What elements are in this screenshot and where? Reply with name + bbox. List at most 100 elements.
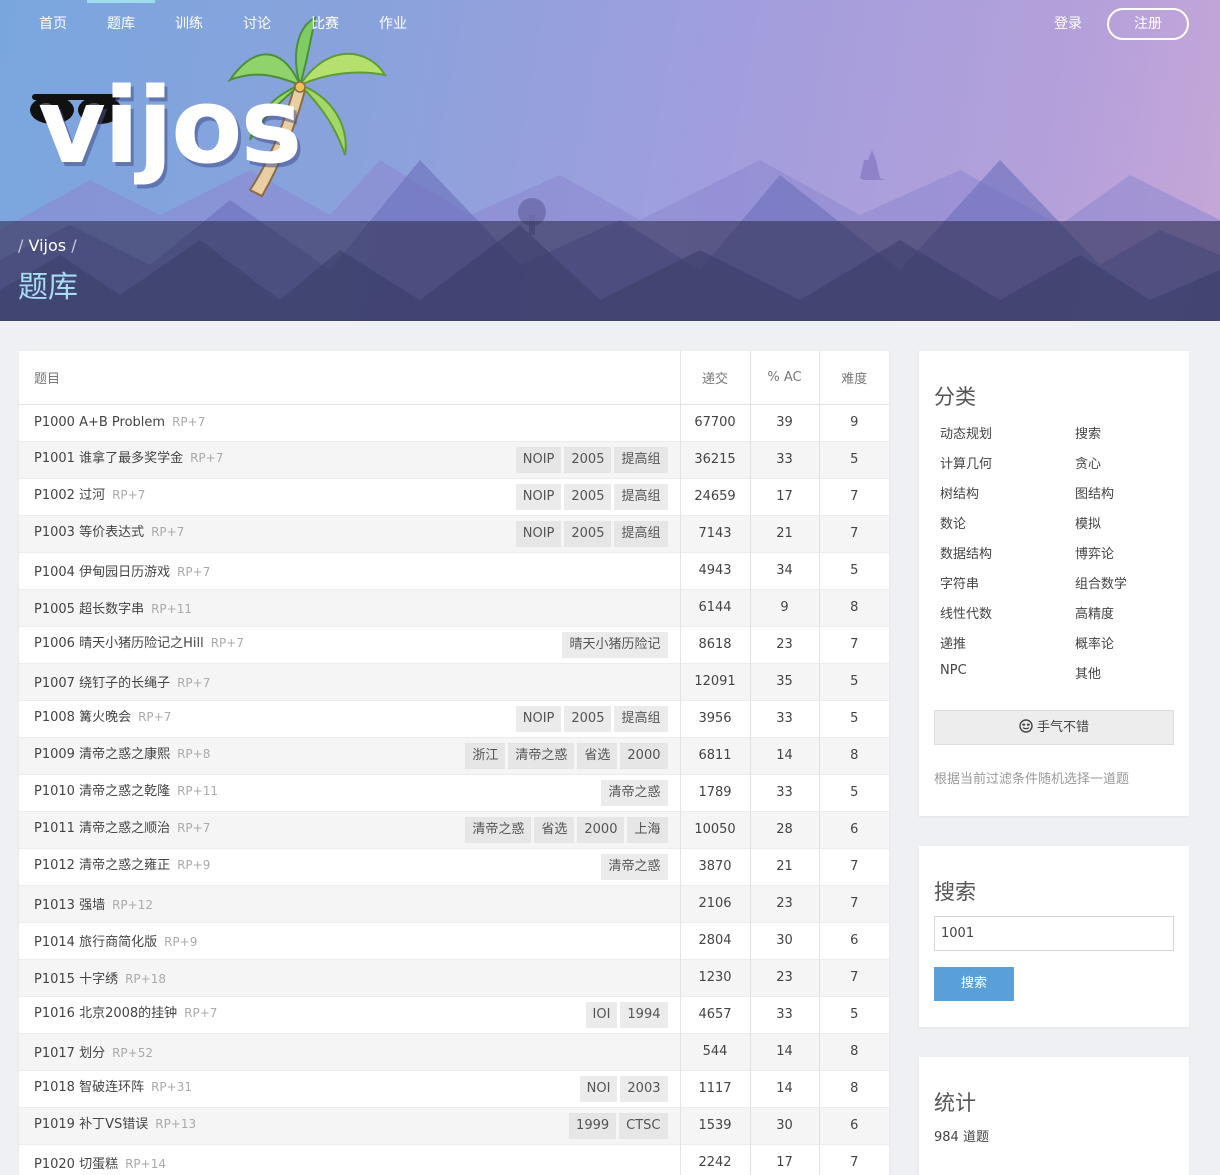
category-link[interactable]: 组合数学 [1075,573,1127,592]
lucky-button[interactable]: 手气不错 [934,710,1174,745]
category-link[interactable]: NPC [940,663,967,678]
nav-item-home[interactable]: 首页 [19,0,87,48]
problem-tag[interactable]: NOIP [515,446,562,473]
problem-link[interactable]: P1004 伊甸园日历游戏 [34,565,170,580]
problem-link[interactable]: P1013 强墙 [34,898,105,913]
problem-rp: RP+7 [210,635,244,650]
category-link[interactable]: 树结构 [940,483,979,502]
search-input[interactable] [934,916,1174,951]
submit-count: 3956 [679,699,750,737]
search-button[interactable]: 搜索 [934,967,1014,1001]
column-header-difficulty[interactable]: 难度 [818,351,889,405]
ac-rate: 33 [749,995,819,1033]
problem-link[interactable]: P1016 北京2008的挂钟 [34,1006,177,1021]
problem-tag[interactable]: 2000 [577,816,625,843]
ac-rate: 14 [749,736,819,774]
logo[interactable]: vijos [38,66,302,186]
table-row: P1005 超长数字串 RP+11 6144 9 8 [19,588,889,626]
problem-tag[interactable]: 1994 [620,1001,668,1028]
category-link[interactable]: 数据结构 [940,543,992,562]
problem-link[interactable]: P1012 清帝之惑之雍正 [34,858,170,873]
category-link[interactable]: 计算几何 [940,453,992,472]
problem-link[interactable]: P1003 等价表达式 [34,525,144,540]
category-link[interactable]: 概率论 [1075,633,1114,652]
problem-tag[interactable]: 提高组 [614,705,668,732]
difficulty: 5 [818,551,889,589]
problem-tag[interactable]: 省选 [534,816,575,843]
problem-link[interactable]: P1008 篝火晚会 [34,710,131,725]
problem-tag[interactable]: IOI [585,1001,618,1028]
problem-tag[interactable]: 2005 [564,483,612,510]
problem-tag[interactable]: CTSC [619,1112,668,1139]
category-link[interactable]: 图结构 [1075,483,1114,502]
category-link[interactable]: 字符串 [940,573,979,592]
category-link[interactable]: 贪心 [1075,453,1101,472]
table-row: P1004 伊甸园日历游戏 RP+7 4943 34 5 [19,551,889,589]
problem-tag[interactable]: 提高组 [614,520,668,547]
problem-link[interactable]: P1019 补丁VS错误 [34,1117,148,1132]
problem-tag[interactable]: 省选 [577,742,618,769]
page-title: 题库 [18,270,78,305]
problem-tag[interactable]: 清帝之惑 [601,779,668,806]
problem-link[interactable]: P1006 晴天小猪历险记之Hill [34,636,204,651]
problem-tag[interactable]: 2003 [620,1075,668,1102]
problem-link[interactable]: P1010 清帝之惑之乾隆 [34,784,170,799]
problem-tag[interactable]: 2005 [564,520,612,547]
breadcrumb-root[interactable]: Vijos [28,236,66,255]
problem-tag[interactable]: 2005 [564,705,612,732]
login-link[interactable]: 登录 [1054,0,1082,48]
problem-tag[interactable]: 2000 [620,742,668,769]
problem-tag[interactable]: 浙江 [465,742,506,769]
category-link[interactable]: 递推 [940,633,966,652]
problem-name: 等价表达式 [79,524,145,540]
category-link[interactable]: 线性代数 [940,603,992,622]
problem-link[interactable]: P1009 清帝之惑之康熙 [34,747,170,762]
nav-item-homework[interactable]: 作业 [359,0,427,48]
submit-count: 4657 [679,995,750,1033]
register-button[interactable]: 注册 [1107,8,1189,40]
problem-link[interactable]: P1015 十字绣 [34,972,118,987]
problem-tag[interactable]: 提高组 [614,483,668,510]
nav-item-contest[interactable]: 比赛 [291,0,359,48]
problem-tag[interactable]: NOI [579,1075,618,1102]
table-row: 清帝之惑 P1012 清帝之惑之雍正 RP+9 3870 21 7 [19,847,889,885]
problem-link[interactable]: P1002 过河 [34,488,105,503]
problem-link[interactable]: P1000 A+B Problem [34,415,165,430]
column-header-submit[interactable]: 递交 [679,351,750,405]
problem-link[interactable]: P1017 划分 [34,1046,105,1061]
problem-link[interactable]: P1005 超长数字串 [34,602,144,617]
problem-link[interactable]: P1011 清帝之惑之顺治 [34,821,170,836]
problem-link[interactable]: P1007 绕钉子的长绳子 [34,676,170,691]
category-link[interactable]: 动态规划 [940,423,992,442]
problem-title-cell: P1017 划分 RP+52 [19,1032,680,1070]
problem-link[interactable]: P1020 切蛋糕 [34,1157,118,1172]
category-link[interactable]: 其他 [1075,663,1101,682]
problem-link[interactable]: P1001 谁拿了最多奖学金 [34,451,183,466]
difficulty: 9 [818,403,889,441]
problem-tag[interactable]: 1999 [569,1112,617,1139]
problem-tag[interactable]: NOIP [515,705,562,732]
category-link[interactable]: 数论 [940,513,966,532]
problem-tag[interactable]: 清帝之惑 [601,853,668,880]
difficulty: 7 [818,884,889,922]
category-link[interactable]: 模拟 [1075,513,1101,532]
category-link[interactable]: 搜索 [1075,423,1101,442]
problem-tag[interactable]: 清帝之惑 [465,816,532,843]
ac-rate: 33 [749,699,819,737]
problem-link[interactable]: P1018 智破连环阵 [34,1080,144,1095]
nav-item-problems[interactable]: 题库 [87,0,155,48]
problem-tag[interactable]: 清帝之惑 [508,742,575,769]
problem-link[interactable]: P1014 旅行商简化版 [34,935,157,950]
category-link[interactable]: 高精度 [1075,603,1114,622]
problem-tag[interactable]: 上海 [627,816,668,843]
problem-tag[interactable]: 晴天小猪历险记 [562,631,668,658]
nav-item-training[interactable]: 训练 [155,0,223,48]
problem-tag[interactable]: 2005 [564,446,612,473]
category-link[interactable]: 博弈论 [1075,543,1114,562]
problem-tag[interactable]: NOIP [515,483,562,510]
nav-item-discuss[interactable]: 讨论 [223,0,291,48]
problem-rp: RP+7 [172,415,206,429]
problem-tag[interactable]: 提高组 [614,446,668,473]
column-header-ac[interactable]: % AC [749,351,819,405]
problem-tag[interactable]: NOIP [515,520,562,547]
